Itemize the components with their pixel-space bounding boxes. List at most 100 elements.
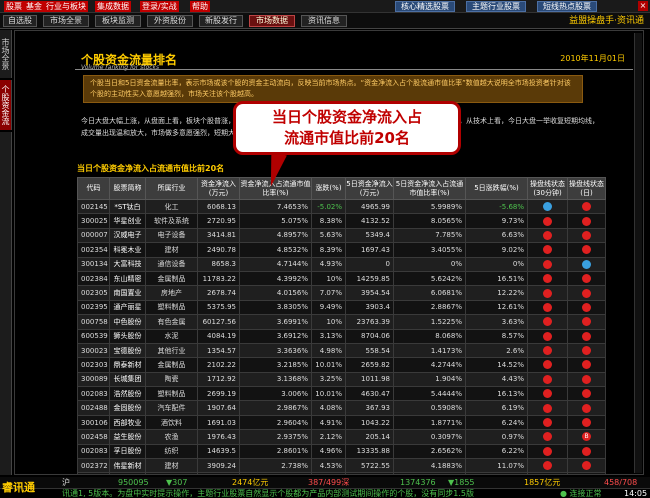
table-row[interactable]: 600539 狮头股份 水泥 4084.19 3.6912% 3.13% 8704.06 8.… (77, 328, 606, 344)
capital-flow-table: 代码 股票简称 所属行业 资金净流入(万元) 资金净流入占流通市值比率(%) 涨… (77, 177, 606, 474)
cell-name: 汉威电子 (109, 227, 146, 244)
tab-news[interactable]: 资讯信息 (301, 15, 347, 27)
cell-net-inflow-ratio: 4.0156% (239, 285, 312, 301)
col-trend-30m[interactable]: 操盘线状态(30分钟) (527, 177, 568, 200)
table-row[interactable]: 000758 中色股份 有色金属 60127.56 3.6991% 10% 23763.39… (77, 314, 606, 330)
table-row[interactable]: 002372 伟星新材 建材 3909.24 2.738% 4.53% 5722.55 4.1… (77, 458, 606, 474)
table-row[interactable]: 002384 东山精密 金属制品 11783.22 4.3992% 10% 14259.85… (77, 270, 606, 287)
cell-industry: 金属制品 (145, 270, 198, 287)
cell-5d-net-inflow: 4630.47 (345, 386, 394, 402)
cell-trend-30m (527, 270, 568, 287)
red-status-dot-icon (543, 216, 552, 226)
theme-industry-button[interactable]: 主题行业股票 (466, 1, 526, 12)
cell-name: 中色股份 (109, 314, 146, 330)
short-term-hot-button[interactable]: 短线热点股票 (537, 1, 597, 12)
col-name[interactable]: 股票简称 (109, 177, 146, 200)
red-status-dot-icon (543, 389, 552, 399)
cell-trend-30m (527, 472, 568, 474)
cell-change: 4.98% (311, 342, 346, 359)
cell-trend-daily (567, 285, 606, 301)
tab-market-overview[interactable]: 市场全景 (43, 15, 89, 27)
ticker-sz-index: 1374376 (400, 478, 436, 487)
cell-code: 002083 (77, 386, 110, 402)
table-row[interactable]: 300025 华星创业 软件及系统 2720.95 5.075% 8.38% 4132.52… (77, 213, 606, 229)
cell-net-inflow-ratio: 5.075% (239, 213, 312, 229)
cell-5d-net-inflow: 640.97 (345, 472, 394, 474)
table-row[interactable]: 002083 孚日股份 纺织 14639.5 2.8601% 4.96% 13335.88 2… (77, 443, 606, 460)
cell-name: *ST钛白 (109, 198, 146, 215)
table-row[interactable]: 002488 金固股份 汽车配件 1907.64 2.9867% 4.08% 367.93 0… (77, 400, 606, 416)
tab-ipo[interactable]: 新股发行 (199, 15, 243, 27)
menu-funds[interactable]: 基金 (24, 1, 44, 12)
cell-net-inflow-ratio: 2.8601% (239, 443, 312, 460)
cell-code: 300134 (77, 256, 110, 272)
table-row[interactable]: 002458 益生股份 农渔 1976.43 2.9375% 2.12% 205.14 0.3… (77, 429, 606, 445)
table-row[interactable]: 002354 科冕木业 建材 2490.78 4.8532% 8.39% 1697.43 3.… (77, 242, 606, 258)
table-row[interactable]: 300089 长城集团 陶瓷 1712.92 3.1368% 3.25% 1011.98 1.… (77, 371, 606, 388)
cell-code: 002458 (77, 429, 110, 445)
cell-trend-daily (567, 213, 606, 229)
cell-5d-change: 12.22% (465, 285, 528, 301)
menu-integrated-data[interactable]: 集成数据 (95, 1, 131, 12)
col-5d-change[interactable]: 5日涨跌幅(%) (465, 177, 528, 200)
cell-net-inflow: 2699.19 (197, 386, 240, 402)
table-row[interactable]: 000007 汉威电子 电子设备 3414.81 4.8957% 5.63% 5349.4 7… (77, 227, 606, 244)
col-code[interactable]: 代码 (77, 177, 110, 200)
red-status-dot-icon (582, 403, 591, 413)
core-picks-button[interactable]: 核心精选股票 (395, 1, 455, 12)
table-row[interactable]: 300108双龙股份化工873.952.7269%5.11%640.972.08… (77, 472, 606, 474)
col-industry[interactable]: 所属行业 (145, 177, 198, 200)
tab-watchlist[interactable]: 自选股 (3, 15, 37, 27)
table-body: 002145 *ST钛白 化工 6068.13 7.4653% -5.02% 4965.99… (77, 198, 606, 474)
cell-name: 通产丽星 (109, 299, 146, 316)
side-tab-capital-flow[interactable]: 个股资金流 (0, 80, 12, 130)
table-row[interactable]: 002145 *ST钛白 化工 6068.13 7.4653% -5.02% 4965.99… (77, 198, 606, 215)
cell-industry: 房地产 (145, 285, 198, 301)
cell-name: 大富科技 (109, 256, 146, 272)
cell-change: 4.91% (311, 414, 346, 431)
ticker-breadth: 458/708 (604, 478, 638, 487)
close-icon[interactable]: × (638, 1, 648, 11)
table-row[interactable]: 300023 宝德股份 其他行业 1354.57 3.3636% 4.98% 558.54 1… (77, 342, 606, 359)
red-status-dot-icon (543, 461, 552, 471)
vertical-scrollbar[interactable] (634, 33, 642, 473)
table-row[interactable]: 300106 西部牧业 酒饮料 1691.03 2.9604% 4.91% 1043.22 1… (77, 414, 606, 431)
menu-stocks[interactable]: 股票 (4, 1, 24, 12)
tab-foreign-shares[interactable]: 外资股份 (147, 15, 193, 27)
table-row[interactable]: 300134 大富科技 通信设备 8658.3 4.7144% 4.93% 0 0% 0% (77, 256, 606, 272)
red-status-dot-icon (543, 288, 552, 298)
menu-login[interactable]: 登录/实战 (140, 1, 179, 12)
col-5d-net-inflow[interactable]: 5日资金净流入(万元) (345, 177, 394, 200)
table-row[interactable]: 002303 鼎泰新材 金属制品 2102.22 3.2185% 10.01% 2659.8… (77, 357, 606, 373)
cell-5d-net-inflow-ratio: 0.5908% (393, 400, 466, 416)
table-header-row: 代码 股票简称 所属行业 资金净流入(万元) 资金净流入占流通市值比率(%) 涨… (77, 177, 606, 200)
table-row[interactable]: 002395 通产丽星 塑料制品 5375.95 3.8305% 9.49% 3903.4 2… (77, 299, 606, 316)
tab-sector-monitor[interactable]: 板块监测 (95, 15, 141, 27)
cell-net-inflow: 3909.24 (197, 458, 240, 474)
cell-5d-change: 6.24% (465, 414, 528, 431)
menu-industry[interactable]: 行业与板块 (44, 1, 88, 12)
col-change[interactable]: 涨跌(%) (311, 177, 346, 200)
col-net-inflow[interactable]: 资金净流入(万元) (197, 177, 240, 200)
col-5d-net-inflow-ratio[interactable]: 5日资金净流入占流通市值比率(%) (393, 177, 466, 200)
cell-trend-daily (567, 414, 606, 431)
cell-change: 8.39% (311, 242, 346, 258)
cell-code: 600539 (77, 328, 110, 344)
side-tab-market-overview[interactable]: 市场全景 (0, 30, 12, 78)
blue-status-dot-icon (582, 259, 591, 269)
ticker-sz-breadth: 387/499深 (308, 478, 350, 487)
cell-net-inflow-ratio: 4.7144% (239, 256, 312, 272)
col-trend-daily[interactable]: 操盘线状态(日) (567, 177, 606, 200)
table-row[interactable]: 002305 南国置业 房地产 2678.74 4.0156% 7.07% 3954.54 6… (77, 285, 606, 301)
cell-name: 科冕木业 (109, 242, 146, 258)
intro-quote: 个股当日和5日资金流量比率，表示市场或该个股的资金主动流向，反映当前市场热点。“… (83, 75, 583, 103)
menu-help[interactable]: 帮助 (190, 1, 210, 12)
tab-market-data[interactable]: 市场数据 (249, 15, 295, 27)
red-status-dot-icon (543, 259, 552, 269)
cell-code: 002384 (77, 270, 110, 287)
cell-5d-change: 0% (465, 256, 528, 272)
table-row[interactable]: 002083 浩然股份 塑料制品 2699.19 3.006% 10.01% 4630.47… (77, 386, 606, 402)
red-status-dot-icon (543, 230, 552, 240)
cell-trend-30m (527, 342, 568, 359)
connection-status: ● 连接正常 (560, 489, 602, 498)
